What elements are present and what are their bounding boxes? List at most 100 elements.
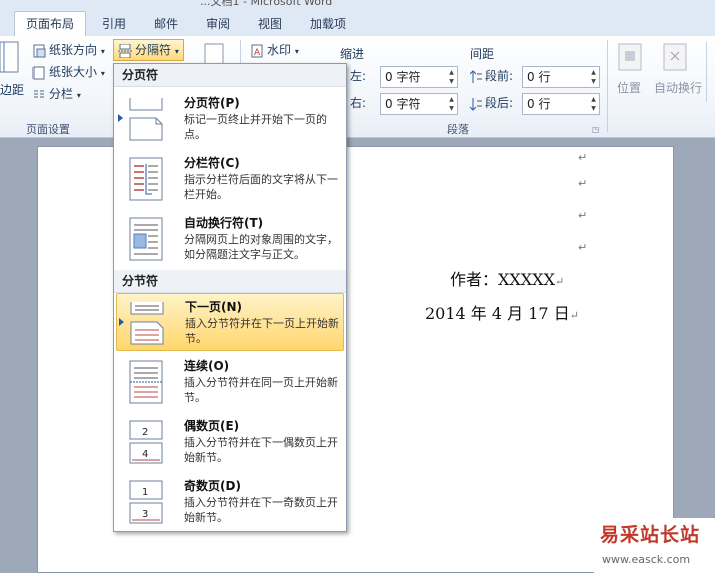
tab-addins[interactable]: 加载项 <box>302 15 354 36</box>
spinner-icon[interactable]: ▲ ▼ <box>447 68 456 86</box>
spinner-icon[interactable]: ▲ ▼ <box>589 95 598 113</box>
spacing-label: 间距 <box>470 47 495 61</box>
even-icon-number: 2 <box>142 427 148 438</box>
menu-item-title: 偶数页(E) <box>184 419 240 433</box>
menu-item-desc: 插入分节符并在同一页上开始新节。 <box>184 376 338 404</box>
paragraph-mark: ↵ <box>578 241 588 254</box>
date-line: 2014 年 4 月 17 日↵ <box>425 300 579 324</box>
paragraph-mark: ↵ <box>569 309 579 322</box>
spacing-before-label: 段前: <box>470 66 513 86</box>
margins-label: 边距 <box>0 83 25 97</box>
ribbon-separator <box>607 40 608 132</box>
spacing-after-text: 段后: <box>485 96 514 110</box>
orientation-icon <box>33 44 46 57</box>
columns-label: 分栏 <box>49 87 74 101</box>
tab-view[interactable]: 视图 <box>250 15 290 36</box>
wrap-label: 自动换行 <box>654 81 703 95</box>
column-break-icon <box>129 157 163 201</box>
menu-item-continuous[interactable]: 连续(O) 插入分节符并在同一页上开始新节。 <box>116 353 344 411</box>
breaks-button[interactable]: 分隔符 ▾ <box>113 39 184 61</box>
paragraph-mark: ↵ <box>578 151 588 164</box>
menu-item-title: 分页符(P) <box>184 96 240 110</box>
position-label: 位置 <box>617 81 642 95</box>
date-text: 2014 年 4 月 17 日 <box>425 304 570 323</box>
menu-item-desc: 指示分栏符后面的文字将从下一栏开始。 <box>184 173 338 201</box>
odd-icon-number: 1 <box>142 487 148 498</box>
wrap-button[interactable] <box>662 42 692 72</box>
arrow-icon <box>119 318 124 326</box>
orientation-label: 纸张方向 <box>49 43 98 57</box>
spacing-after-value: 0 行 <box>527 97 551 111</box>
spinner-icon[interactable]: ▲ ▼ <box>589 68 598 86</box>
menu-item-desc: 插入分节符并在下一页上开始新节。 <box>185 317 339 345</box>
menu-item-title: 分栏符(C) <box>184 156 240 170</box>
dialog-launcher-icon[interactable]: ◳ <box>592 120 600 140</box>
menu-item-title: 连续(O) <box>184 359 230 373</box>
even-icon-number: 4 <box>142 449 148 460</box>
orientation-button[interactable]: 纸张方向 ▾ <box>32 40 105 60</box>
ribbon-tabs: 页面布局 引用 邮件 审阅 视图 加载项 <box>0 10 715 37</box>
page-setup-group-label: 页面设置 <box>26 123 70 136</box>
menu-item-next-page[interactable]: 下一页(N) 插入分节符并在下一页上开始新节。 <box>116 293 344 351</box>
more-arrange-button[interactable] <box>706 42 715 102</box>
menu-item-desc: 标记一页终止并开始下一页的点。 <box>184 113 327 141</box>
menu-item-page-break[interactable]: 分页符(P) 标记一页终止并开始下一页的点。 <box>116 90 344 148</box>
spacing-after-field[interactable]: 0 行 ▲ ▼ <box>522 93 600 115</box>
spacing-before-icon <box>470 69 482 83</box>
next-page-icon <box>130 302 164 345</box>
paragraph-group-label: 段落 <box>447 123 469 136</box>
breaks-dropdown-menu: 分页符 分页符(P) 标记一页终止并开始下一页的点。 分栏符(C) 指示分栏符后… <box>113 63 347 532</box>
menu-item-title: 奇数页(D) <box>184 479 241 493</box>
page-break-icon <box>129 98 163 141</box>
watermark-site-name: 易采站长站 <box>600 524 701 546</box>
paragraph-mark: ↵ <box>578 177 588 190</box>
menu-item-column-break[interactable]: 分栏符(C) 指示分栏符后面的文字将从下一栏开始。 <box>116 150 344 208</box>
arrow-icon <box>118 114 123 122</box>
page-breaks-header: 分页符 <box>114 64 346 87</box>
tab-page-layout[interactable]: 页面布局 <box>14 11 86 37</box>
position-icon <box>618 43 642 71</box>
menu-item-desc: 分隔网页上的对象周围的文字，如分隔题注文字与正文。 <box>184 233 338 261</box>
menu-item-text-wrapping[interactable]: 自动换行符(T) 分隔网页上的对象周围的文字，如分隔题注文字与正文。 <box>116 210 344 268</box>
spacing-after-label: 段后: <box>470 93 513 113</box>
indent-left-value: 0 字符 <box>385 70 421 84</box>
menu-item-even-page[interactable]: 24 偶数页(E) 插入分节符并在下一偶数页上开始新节。 <box>116 413 344 471</box>
spacing-before-field[interactable]: 0 行 ▲ ▼ <box>522 66 600 88</box>
tab-review[interactable]: 审阅 <box>198 15 238 36</box>
size-button[interactable]: 纸张大小 ▾ <box>32 62 105 82</box>
spacing-before-value: 0 行 <box>527 70 551 84</box>
breaks-label: 分隔符 <box>135 43 172 57</box>
menu-item-desc: 插入分节符并在下一奇数页上开始新节。 <box>184 496 338 524</box>
margins-button[interactable] <box>0 40 24 80</box>
watermark-site-url: www.easck.com <box>602 553 691 566</box>
tab-references[interactable]: 引用 <box>94 15 134 36</box>
size-label: 纸张大小 <box>49 65 98 79</box>
author-text: 作者：XXXXX <box>450 270 555 289</box>
paragraph-mark: ↵ <box>578 209 588 222</box>
even-page-icon: 24 <box>129 420 163 464</box>
position-button[interactable] <box>617 42 647 72</box>
menu-item-title: 自动换行符(T) <box>184 216 264 230</box>
watermark-label: 水印 <box>267 43 292 57</box>
indent-right-field[interactable]: 0 字符 ▲ ▼ <box>380 93 458 115</box>
spinner-icon[interactable]: ▲ ▼ <box>447 95 456 113</box>
watermark-icon: A <box>251 44 263 58</box>
spacing-before-text: 段前: <box>485 69 514 83</box>
indent-right-value: 0 字符 <box>385 97 421 111</box>
columns-icon <box>34 90 44 97</box>
tab-mailings[interactable]: 邮件 <box>146 15 186 36</box>
odd-page-icon: 13 <box>129 480 163 524</box>
title-bar: ...文档1 - Microsoft Word <box>0 0 715 10</box>
continuous-icon <box>129 360 163 404</box>
menu-item-odd-page[interactable]: 13 奇数页(D) 插入分节符并在下一奇数页上开始新节。 <box>116 473 344 531</box>
text-wrapping-icon <box>129 217 163 261</box>
columns-button[interactable]: 分栏 ▾ <box>32 84 81 104</box>
indent-right-label: 右: <box>350 96 367 110</box>
window-title: ...文档1 - Microsoft Word <box>200 0 333 8</box>
indent-left-field[interactable]: 0 字符 ▲ ▼ <box>380 66 458 88</box>
paragraph-mark: ↵ <box>554 275 565 288</box>
size-icon <box>32 66 45 79</box>
ribbon: 边距 纸张方向 ▾ 纸张大小 ▾ 分栏 ▾ 分隔符 ▾ A 水印 ▾ 页面设置 缩… <box>0 36 715 138</box>
menu-item-desc: 插入分节符并在下一偶数页上开始新节。 <box>184 436 338 464</box>
watermark-button[interactable]: A 水印 ▾ <box>250 40 299 60</box>
